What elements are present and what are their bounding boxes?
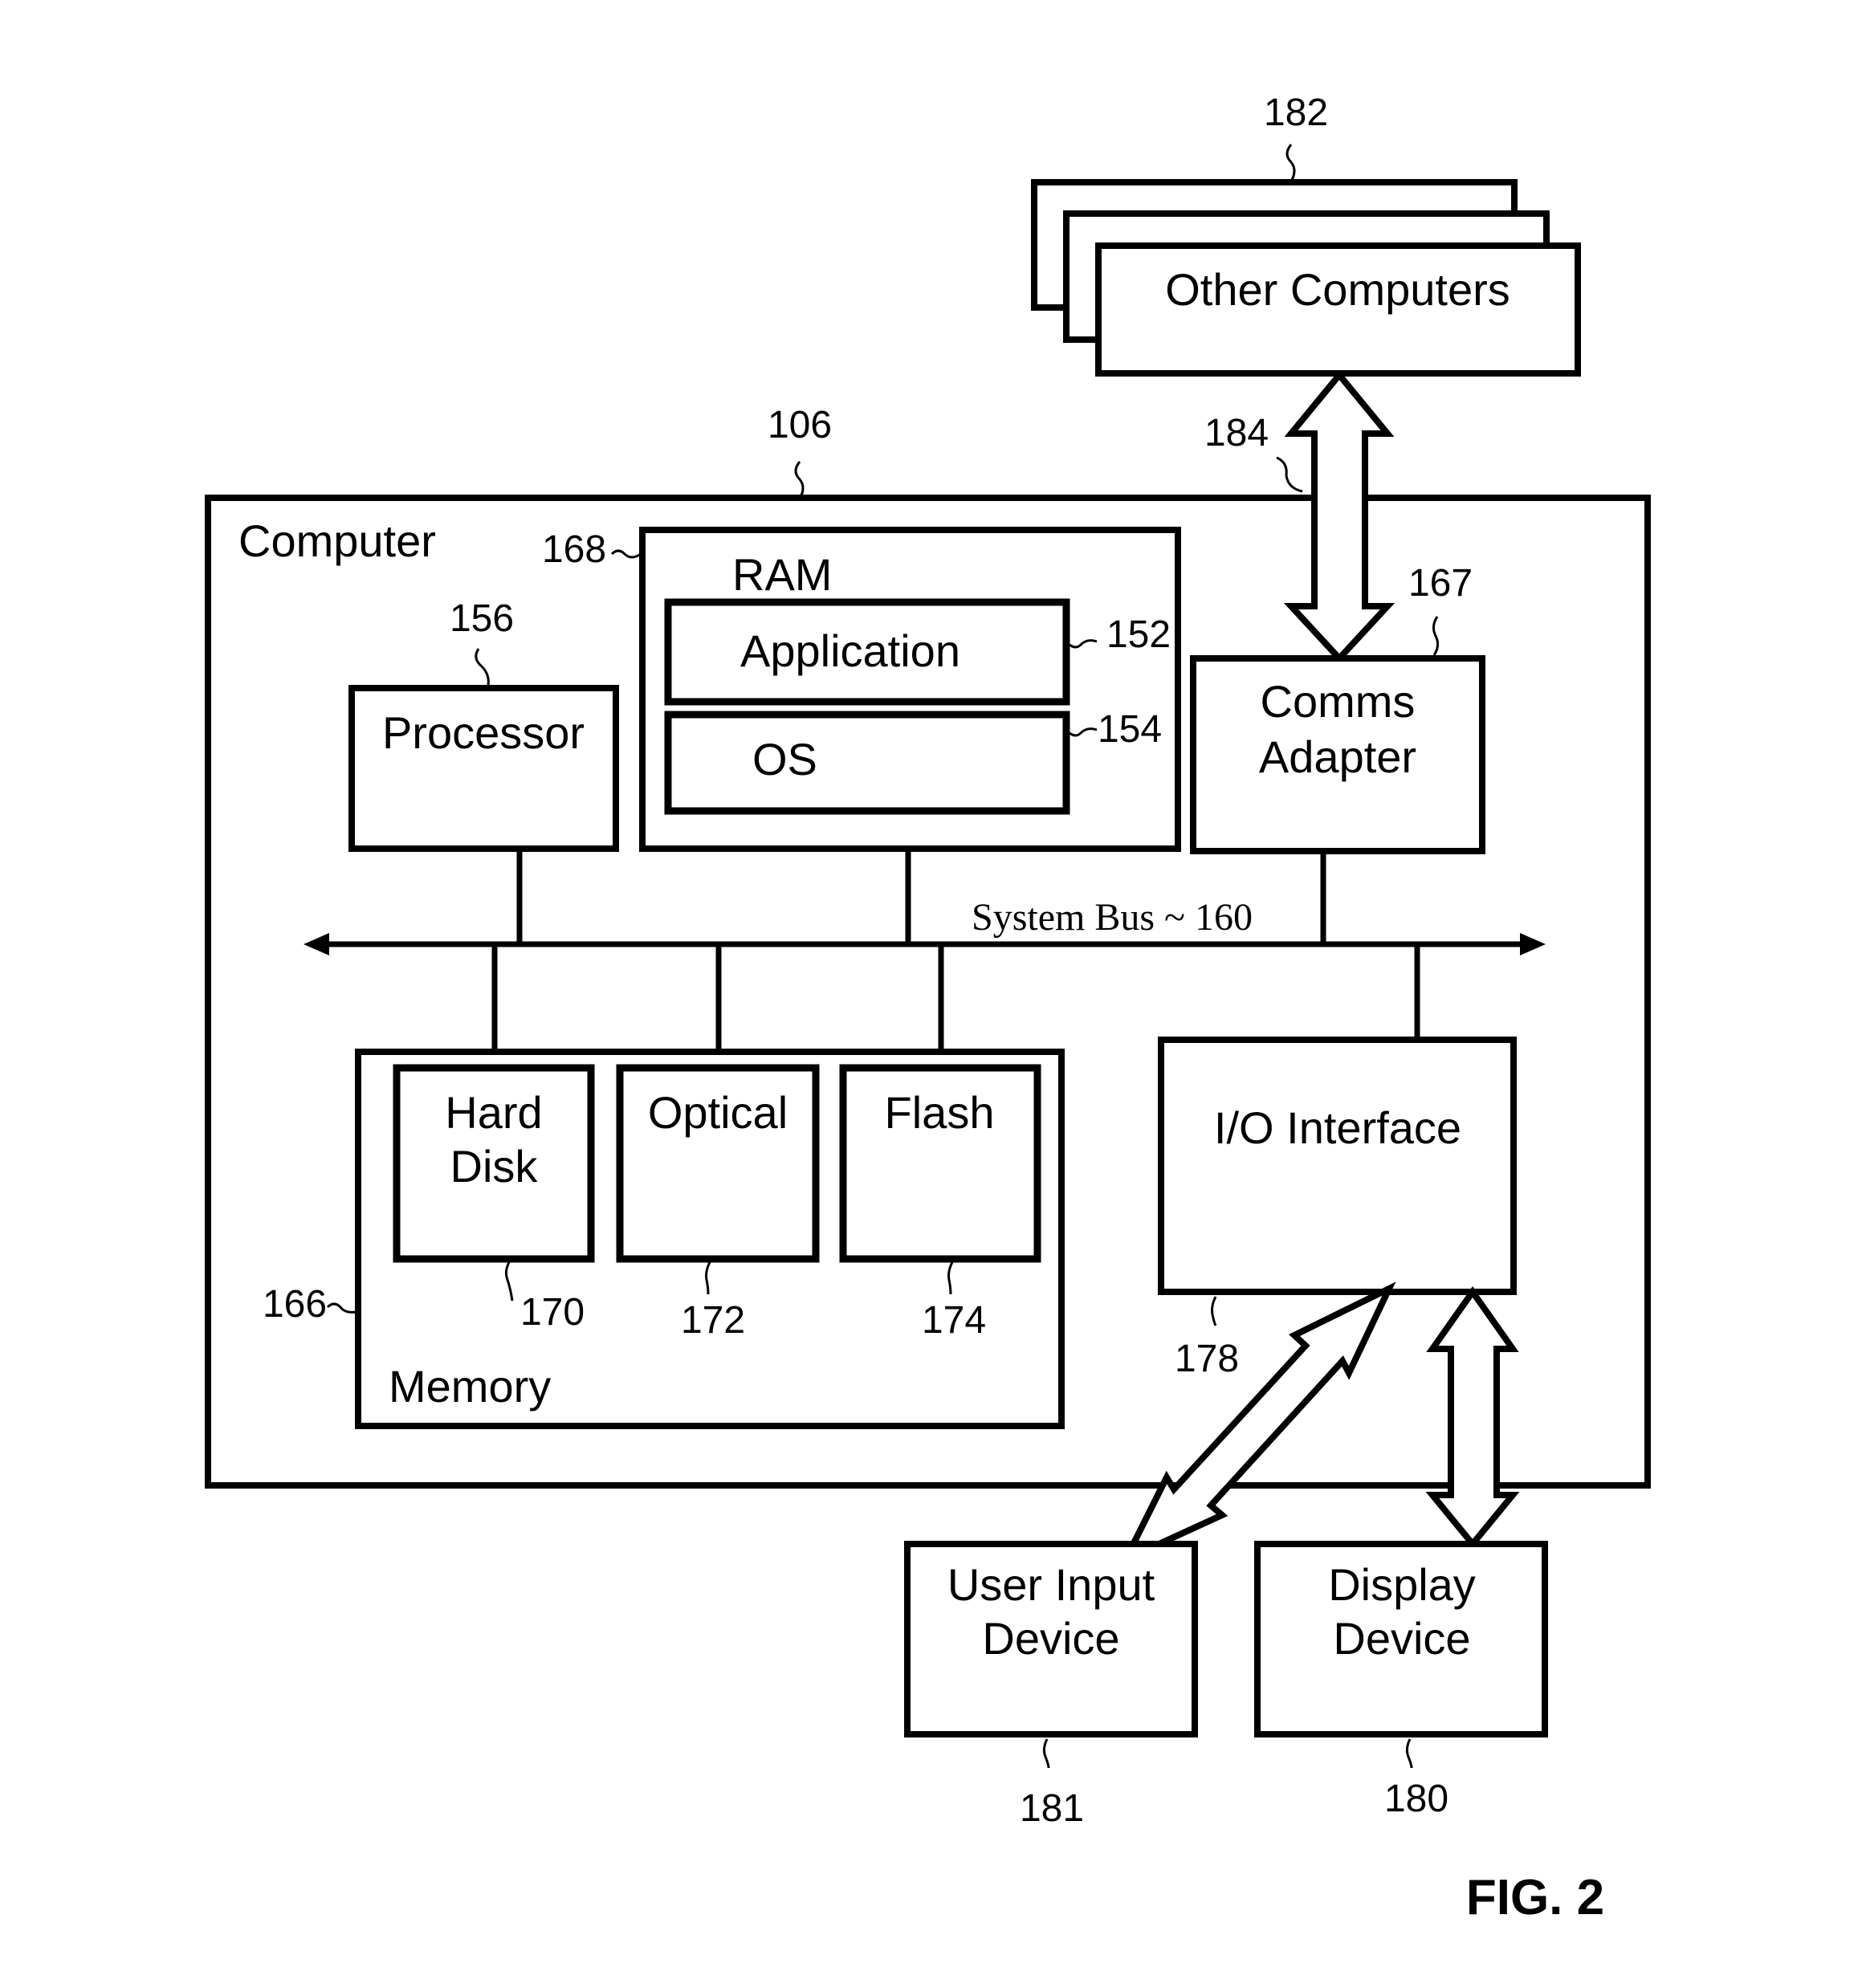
leader-181 — [1042, 1738, 1050, 1769]
memory-label: Memory — [389, 1361, 551, 1412]
ref-168: 168 — [542, 528, 606, 571]
user-input-device-label-line1: User Input — [947, 1559, 1155, 1610]
ref-182: 182 — [1264, 92, 1328, 134]
leader-106 — [794, 461, 805, 499]
ref-156: 156 — [450, 597, 514, 640]
memory: Memory 166 Hard Disk 170 Optical 172 Fla… — [263, 1049, 1065, 1429]
os-box — [664, 711, 1070, 815]
application-label: Application — [740, 625, 960, 676]
display-device-label-line2: Device — [1333, 1613, 1470, 1664]
leader-182 — [1285, 144, 1296, 182]
comms-adapter-label-line1: Comms — [1261, 676, 1416, 727]
ref-178: 178 — [1175, 1338, 1239, 1380]
other-computers-label: Other Computers — [1165, 264, 1510, 315]
other-computers-stack: Other Computers 182 — [1031, 92, 1581, 377]
ref-170: 170 — [520, 1291, 585, 1334]
hard-disk-label-line2: Disk — [450, 1141, 539, 1192]
user-input-device: User Input Device 181 — [904, 1541, 1198, 1830]
io-interface-box — [1158, 1037, 1517, 1295]
figure-caption: FIG. 2 — [1466, 1870, 1604, 1925]
computer-label: Computer — [238, 515, 436, 566]
comms-adapter-label-line2: Adapter — [1259, 731, 1416, 782]
leader-180 — [1405, 1738, 1413, 1769]
system-bus-label: System Bus ~ 160 — [972, 896, 1253, 939]
optical-label: Optical — [648, 1087, 788, 1138]
display-device: Display Device 180 — [1254, 1541, 1548, 1820]
ref-106: 106 — [768, 404, 832, 446]
ref-180: 180 — [1384, 1778, 1448, 1820]
flash-label: Flash — [885, 1087, 995, 1138]
ref-184: 184 — [1204, 412, 1269, 454]
leader-184 — [1276, 456, 1303, 493]
ref-166: 166 — [263, 1283, 327, 1326]
display-device-label-line1: Display — [1328, 1559, 1476, 1610]
ref-154: 154 — [1098, 708, 1162, 751]
block-diagram: Other Computers 182 Computer 106 184 RAM… — [205, 92, 1651, 1925]
ref-167: 167 — [1408, 562, 1473, 605]
os-label: OS — [752, 734, 817, 784]
processor-label: Processor — [382, 707, 585, 758]
ref-181: 181 — [1020, 1787, 1084, 1830]
ref-172: 172 — [681, 1299, 745, 1342]
ref-174: 174 — [922, 1299, 986, 1342]
user-input-device-label-line2: Device — [982, 1613, 1119, 1664]
ram-label: RAM — [732, 549, 832, 600]
hard-disk-label-line1: Hard — [445, 1087, 542, 1138]
ref-152: 152 — [1106, 613, 1171, 656]
io-interface-label: I/O Interface — [1214, 1102, 1461, 1153]
